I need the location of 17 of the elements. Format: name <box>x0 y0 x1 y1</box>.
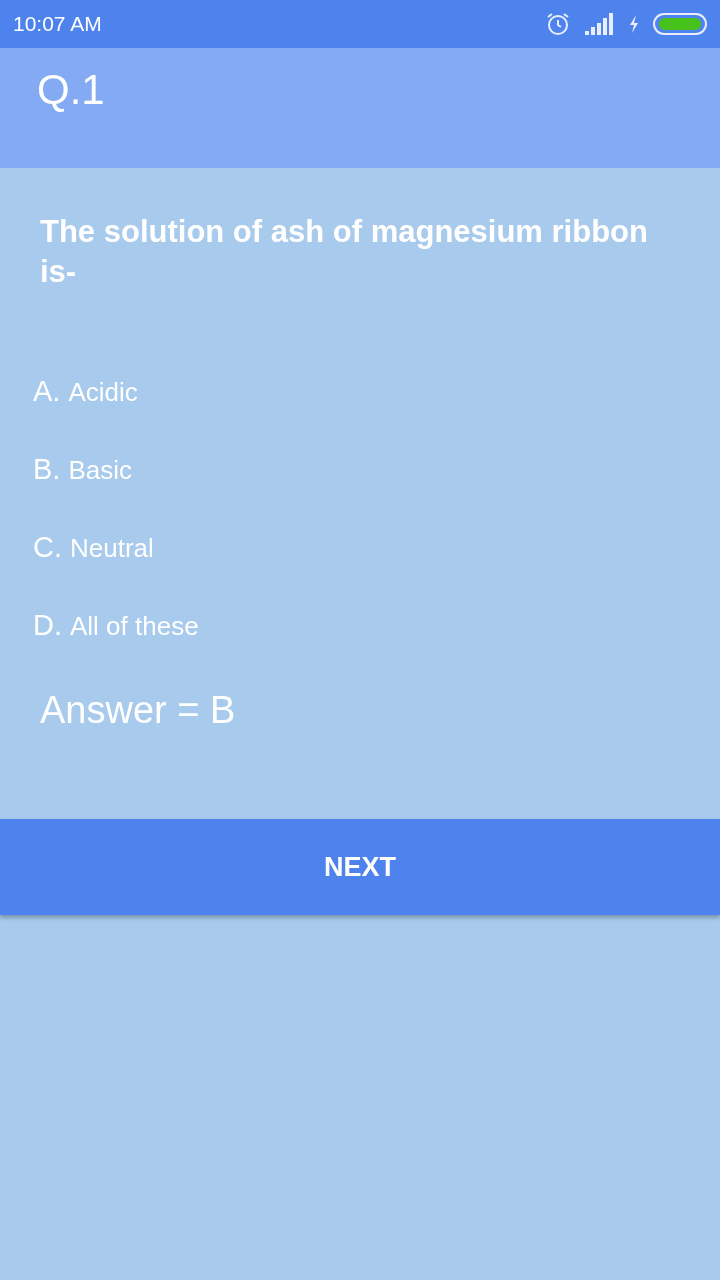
status-time: 10:07 AM <box>13 11 102 38</box>
option-text: Acidic <box>68 376 138 409</box>
option-text: Neutral <box>70 532 154 565</box>
alarm-icon <box>545 11 571 37</box>
option-text: Basic <box>68 454 132 487</box>
charging-icon <box>629 15 639 33</box>
question-number: Q.1 <box>37 66 105 113</box>
option-letter: A. <box>33 374 61 409</box>
option-letter: C. <box>33 530 62 565</box>
option-letter: D. <box>33 608 62 643</box>
question-text: The solution of ash of magnesium ribbon is- <box>40 213 649 291</box>
option-letter: B. <box>33 452 61 487</box>
signal-icon <box>585 13 615 35</box>
battery-icon <box>653 13 707 35</box>
option-text: All of these <box>70 610 199 643</box>
answer-text: Answer = B <box>40 689 236 731</box>
next-button[interactable]: NEXT <box>0 819 720 915</box>
